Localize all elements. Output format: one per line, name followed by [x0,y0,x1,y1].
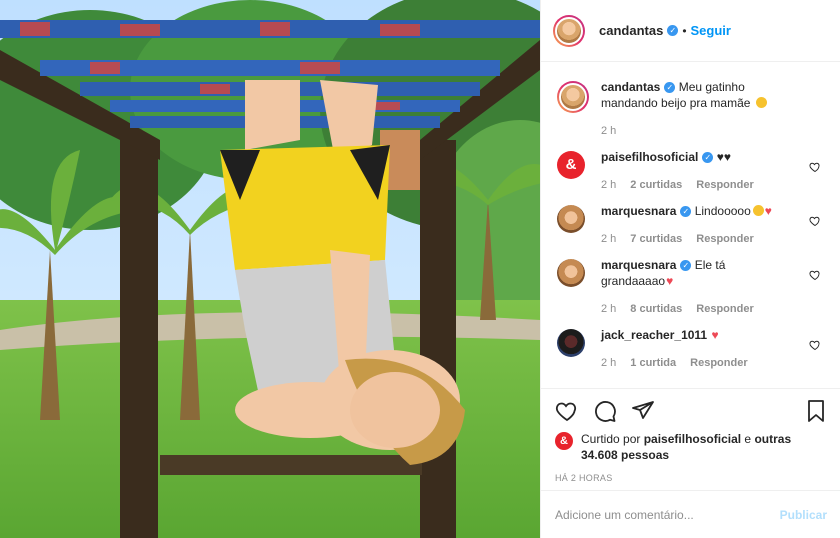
like-comment-icon[interactable] [809,215,821,227]
comment-username[interactable]: paisefilhosoficial [601,150,698,164]
heart-icon[interactable] [555,399,579,423]
heart-eyes-emoji-icon [752,205,764,216]
comment-time[interactable]: 2 h [601,301,616,317]
verified-icon: ✓ [702,152,714,164]
comment-item: marquesnara ✓ Lindooooo ♥ 2 h 7 curtidas R… [557,203,825,247]
post-actions: & Curtido por paisefilhosoficial e outra… [541,388,840,483]
publish-button[interactable]: Publicar [780,508,827,522]
post-photo[interactable] [0,0,540,538]
post-side-panel: candantas ✓ • Seguir candantas ✓ Meu gati… [540,0,840,538]
author-avatar[interactable] [553,14,585,47]
liked-by-middle: e [744,432,752,446]
caption-time[interactable]: 2 h [601,123,616,139]
comment-item: & paisefilhosoficial ✓ ♥♥ 2 h 2 curtidas … [557,149,825,193]
comment-time[interactable]: 2 h [601,355,616,371]
reply-button[interactable]: Responder [696,177,753,193]
add-comment-bar: Publicar [541,490,840,538]
like-comment-icon[interactable] [809,161,821,173]
broken-heart-emoji-icon: ♥ [711,328,719,342]
commenter-avatar[interactable]: & [557,151,585,179]
red-heart-emoji-icon: ♥ [764,204,772,218]
comment-username[interactable]: marquesnara [601,258,676,272]
comment-icon[interactable] [593,399,617,423]
comment-time[interactable]: 2 h [601,177,616,193]
comment-likes[interactable]: 8 curtidas [630,301,682,317]
comment-likes[interactable]: 2 curtidas [630,177,682,193]
author-username[interactable]: candantas [599,23,663,38]
liked-by: & Curtido por paisefilhosoficial e outra… [555,431,827,463]
comment-text: ♥♥ [716,150,731,164]
reply-button[interactable]: Responder [696,301,753,317]
reply-button[interactable]: Responder [696,231,753,247]
liked-by-user[interactable]: paisefilhosoficial [644,432,741,446]
like-comment-icon[interactable] [809,339,821,351]
comment-input[interactable] [555,507,780,522]
caption-avatar[interactable] [557,81,589,113]
verified-icon: ✓ [680,206,692,218]
comment-item: marquesnara ✓ Ele tá grandaaaao♥ 2 h 8 cu… [557,257,825,317]
caption-username[interactable]: candantas [601,80,660,94]
verified-icon: ✓ [667,25,679,36]
comment-item: jack_reacher_1011 ♥ 2 h 1 curtida Respon… [557,327,825,371]
comment-likes[interactable]: 1 curtida [630,355,676,371]
liked-by-prefix: Curtido por [581,432,641,446]
commenter-avatar[interactable] [557,259,585,287]
comment-time[interactable]: 2 h [601,231,616,247]
post-header: candantas ✓ • Seguir [541,0,840,62]
like-comment-icon[interactable] [809,269,821,281]
share-icon[interactable] [631,399,655,423]
verified-icon: ✓ [680,260,692,272]
comments-list[interactable]: candantas ✓ Meu gatinho mandando beijo pr… [541,63,840,388]
follow-button[interactable]: Seguir [691,23,731,38]
comment-username[interactable]: jack_reacher_1011 [601,328,707,342]
heart-eyes-emoji-icon [755,97,767,108]
comment-text: Lindooooo [694,204,751,218]
comment-username[interactable]: marquesnara [601,204,676,218]
verified-icon: ✓ [664,82,676,94]
caption: candantas ✓ Meu gatinho mandando beijo pr… [557,79,825,139]
commenter-avatar[interactable] [557,329,585,357]
commenter-avatar[interactable] [557,205,585,233]
liker-avatar[interactable]: & [555,432,573,450]
comment-likes[interactable]: 7 curtidas [630,231,682,247]
reply-button[interactable]: Responder [690,355,747,371]
bookmark-icon[interactable] [805,399,827,423]
photo-canvas [0,0,540,538]
separator-dot: • [682,23,687,38]
post-timestamp[interactable]: HÁ 2 HORAS [555,473,827,483]
red-heart-emoji-icon: ♥ [666,274,674,288]
